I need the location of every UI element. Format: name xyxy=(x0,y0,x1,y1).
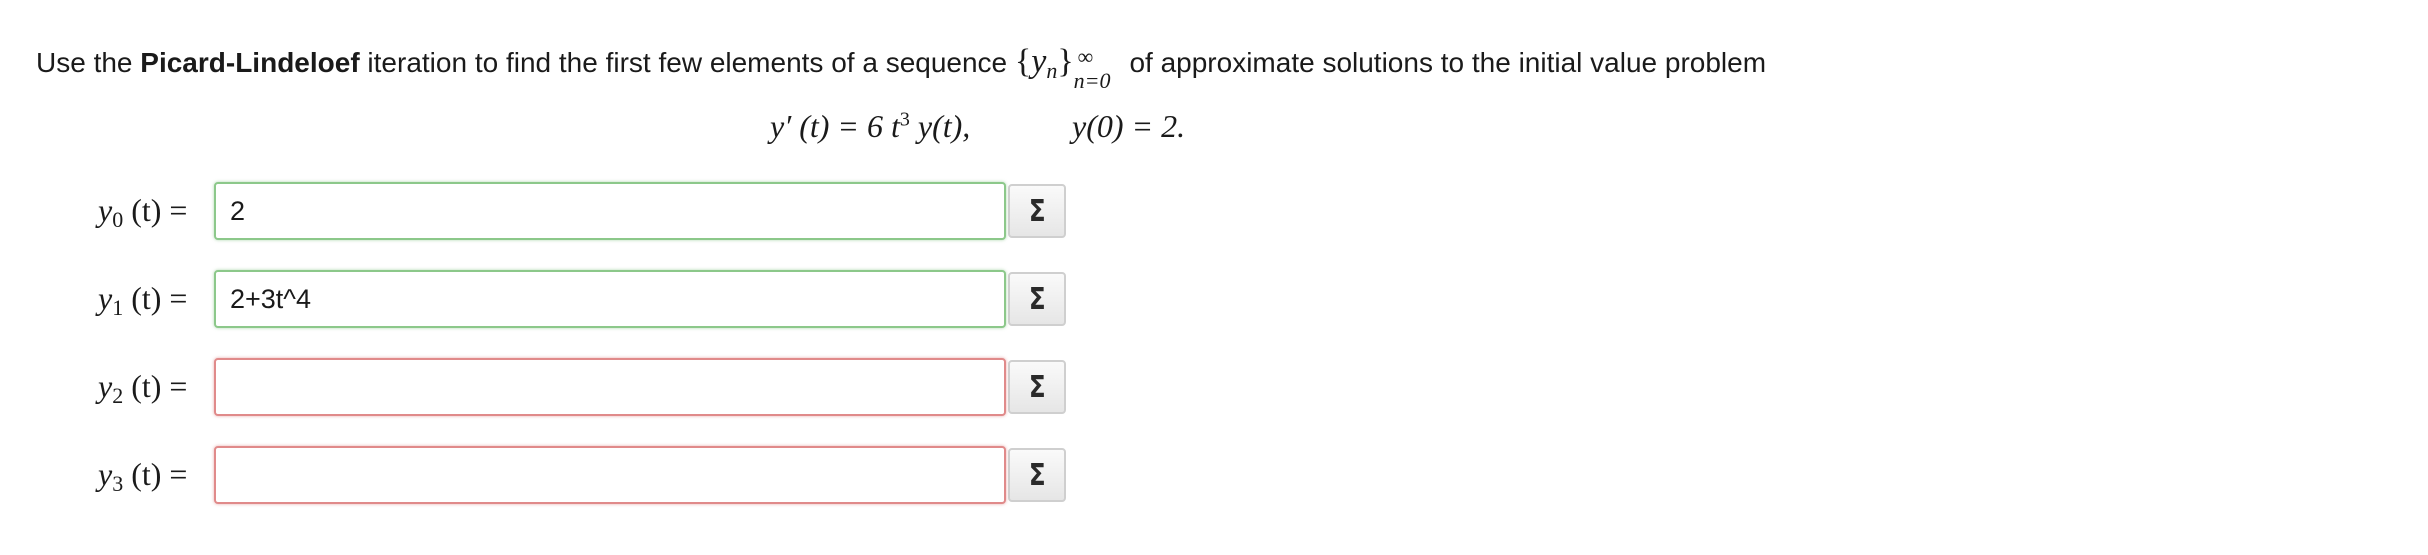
equation-editor-button-y2[interactable]: Σ xyxy=(1008,360,1066,414)
sigma-icon: Σ xyxy=(1028,193,1046,229)
label-argument: (t) = xyxy=(131,280,188,316)
label-variable: y xyxy=(98,192,113,228)
label-variable: y xyxy=(98,456,113,492)
sequence-variable-subscript: n xyxy=(1046,58,1058,83)
initial-condition: y(0) = 2. xyxy=(1072,108,1186,144)
equation-editor-button-y1[interactable]: Σ xyxy=(1008,272,1066,326)
ode-lhs: y′ (t) = 6 t xyxy=(770,108,900,144)
equation-editor-button-y3[interactable]: Σ xyxy=(1008,448,1066,502)
problem-outro: of approximate solutions to the initial … xyxy=(1121,47,1767,78)
answer-row-3: y3 (t) = Σ xyxy=(0,446,2428,508)
ode-power: 3 xyxy=(899,108,910,131)
label-index: 0 xyxy=(112,207,124,232)
sequence-lower-limit: n=0 xyxy=(1073,67,1111,93)
label-index: 3 xyxy=(112,471,124,496)
answer-label-2: y2 (t) = xyxy=(98,368,188,408)
answer-label-0: y0 (t) = xyxy=(98,192,188,232)
sequence-variable: y xyxy=(1031,43,1047,80)
answer-input-y2[interactable] xyxy=(214,358,1006,416)
label-variable: y xyxy=(98,280,113,316)
problem-statement: Use the Picard-Lindeloef iteration to fi… xyxy=(36,40,1767,93)
ode-rhs: y(t), xyxy=(909,108,971,144)
label-argument: (t) = xyxy=(131,192,188,228)
label-argument: (t) = xyxy=(131,368,188,404)
method-name: Picard-Lindeloef xyxy=(140,47,360,78)
problem-intro: Use the xyxy=(36,47,141,78)
sigma-icon: Σ xyxy=(1028,457,1046,493)
problem-middle: iteration to find the first few elements… xyxy=(359,47,1015,78)
sequence-notation: {yn} xyxy=(1014,43,1074,83)
answer-input-y3[interactable] xyxy=(214,446,1006,504)
ode-expression: y′ (t) = 6 t3 y(t), xyxy=(770,108,970,145)
label-index: 1 xyxy=(112,295,124,320)
label-index: 2 xyxy=(112,383,124,408)
answer-label-1: y1 (t) = xyxy=(98,280,188,320)
sigma-icon: Σ xyxy=(1028,281,1046,317)
label-argument: (t) = xyxy=(131,456,188,492)
answer-input-y0[interactable] xyxy=(214,182,1006,240)
answer-row-1: y1 (t) = Σ xyxy=(0,270,2428,332)
sequence-open-brace: { xyxy=(1014,43,1032,80)
answer-row-0: y0 (t) = Σ xyxy=(0,182,2428,244)
answer-label-3: y3 (t) = xyxy=(98,456,188,496)
sigma-icon: Σ xyxy=(1028,369,1046,405)
answer-row-2: y2 (t) = Σ xyxy=(0,358,2428,420)
answer-input-y1[interactable] xyxy=(214,270,1006,328)
sequence-limits: ∞ n=0 xyxy=(1074,43,1122,93)
label-variable: y xyxy=(98,368,113,404)
equation-editor-button-y0[interactable]: Σ xyxy=(1008,184,1066,238)
sequence-close-brace: } xyxy=(1057,43,1074,80)
differential-equation: y′ (t) = 6 t3 y(t), y(0) = 2. xyxy=(0,108,2428,158)
